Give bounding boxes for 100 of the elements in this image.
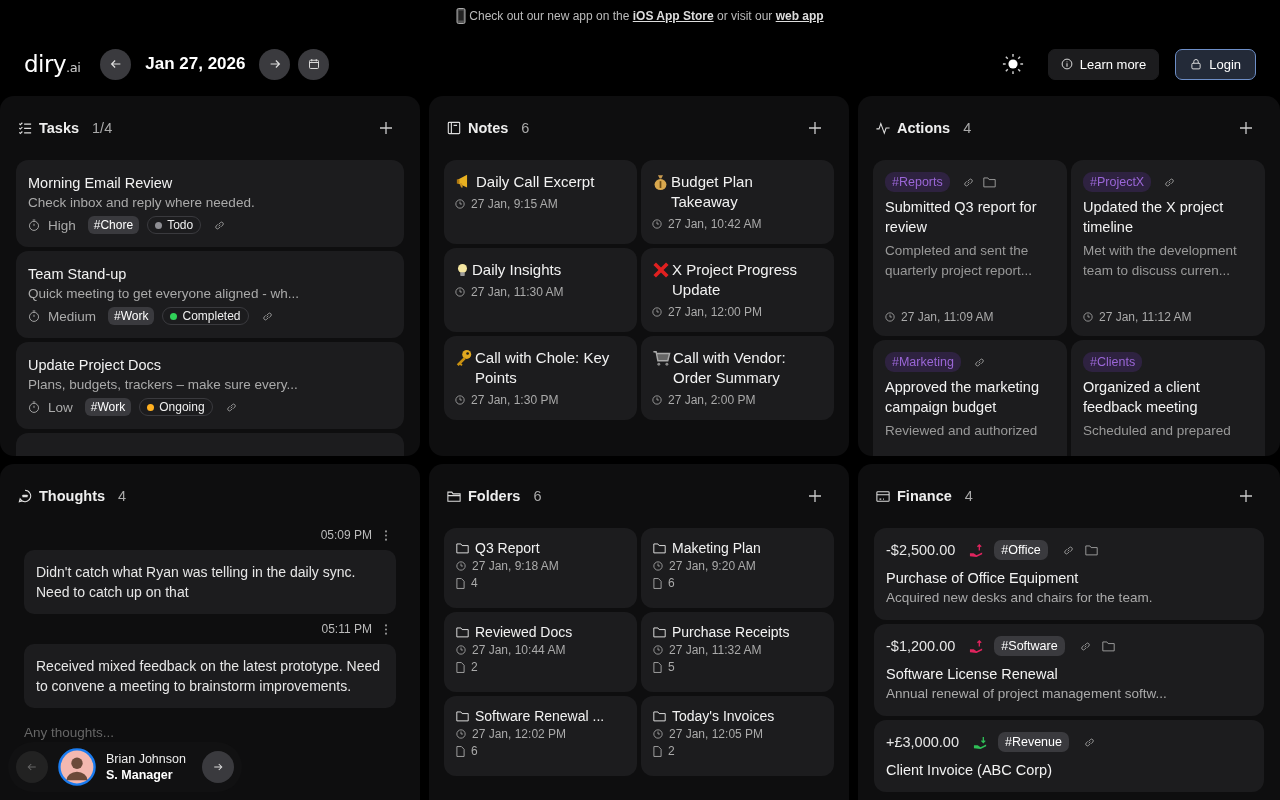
timer-icon <box>28 401 40 413</box>
link-icon[interactable] <box>972 355 986 369</box>
clock-icon <box>456 645 466 655</box>
thought-input[interactable]: Any thoughts... <box>24 725 224 740</box>
action-card[interactable]: #ProjectX Updated the X project timeline Met with the development team to discuss curren... 27 Jan, 11:12 AM <box>1071 160 1265 336</box>
file-count: 6 <box>471 744 478 758</box>
finance-description: Acquired new desks and chairs for the team. <box>886 589 1154 607</box>
finance-description: Annual renewal of project management softw... <box>886 685 1168 703</box>
document-icon <box>653 661 662 673</box>
folder-card[interactable]: Software Renewal ... 27 Jan, 12:02 PM 6 <box>444 696 637 776</box>
note-card[interactable]: Call with Vendor: Order Summary 27 Jan, 2:00 PM <box>641 336 834 420</box>
note-time: 27 Jan, 2:00 PM <box>668 393 756 407</box>
clock-icon <box>885 312 895 322</box>
note-title: Daily Call Excerpt <box>476 172 595 192</box>
link-icon[interactable] <box>1163 175 1177 189</box>
folder-icon[interactable] <box>1084 544 1098 556</box>
document-icon <box>456 661 465 673</box>
folder-icon <box>653 542 666 554</box>
note-card[interactable]: Daily Call Excerpt 27 Jan, 9:15 AM <box>444 160 637 244</box>
finance-card[interactable]: -$2,500.00 #Office Purchase of Office Equipment Acquired new desks and chairs for the team. <box>874 528 1264 620</box>
previous-day-button[interactable] <box>100 48 132 80</box>
note-card[interactable]: Budget Plan Takeaway 27 Jan, 10:42 AM <box>641 160 834 244</box>
next-day-button[interactable] <box>259 48 291 80</box>
action-card[interactable]: #Clients Organized a client feedback meeting Scheduled and prepared <box>1071 340 1265 456</box>
folder-icon <box>456 626 469 638</box>
note-time: 27 Jan, 9:15 AM <box>471 197 558 211</box>
user-role: S. Manager <box>106 767 174 783</box>
action-card[interactable]: #Reports Submitted Q3 report for review Completed and sent the quarterly project report... 27 Jan, 11:09 AM <box>873 160 1067 336</box>
more-icon[interactable] <box>384 529 388 541</box>
avatar <box>58 748 96 786</box>
action-card[interactable]: #Marketing Approved the marketing campaign budget Reviewed and authorized <box>873 340 1067 456</box>
note-title: Call with Vendor: Order Summary <box>673 348 787 388</box>
link-icon[interactable] <box>260 309 274 323</box>
amount: +£3,000.00 <box>886 734 959 750</box>
link-icon[interactable] <box>213 218 227 232</box>
priority-label: High <box>48 217 76 233</box>
wallet-icon <box>876 489 890 503</box>
finance-card[interactable]: +£3,000.00 #Revenue Client Invoice (ABC Corp) <box>874 720 1264 792</box>
folder-card[interactable]: Purchase Receipts 27 Jan, 11:32 AM 5 <box>641 612 834 692</box>
theme-toggle-icon[interactable] <box>1001 53 1024 75</box>
add-icon[interactable] <box>809 490 821 502</box>
folder-card[interactable]: Reviewed Docs 27 Jan, 10:44 AM 2 <box>444 612 637 692</box>
tag: #Work <box>84 398 132 416</box>
clock-icon <box>456 561 466 571</box>
finance-card[interactable]: -$1,200.00 #Software Software License Renewal Annual renewal of project management softw... <box>874 624 1264 716</box>
folder-card[interactable]: Maketing Plan 27 Jan, 9:20 AM 6 <box>641 528 834 608</box>
link-icon[interactable] <box>1083 735 1096 749</box>
task-card[interactable]: Update Project Docs Plans, budgets, trackers – make sure every... Low #Work Ongoing <box>16 342 404 429</box>
add-icon[interactable] <box>1240 490 1252 502</box>
more-icon[interactable] <box>384 623 388 635</box>
task-card[interactable]: Team Stand-up Quick meeting to get everyone aligned - wh... Medium #Work Completed <box>16 251 404 338</box>
action-description: Reviewed and authorized <box>885 422 1039 440</box>
finance-title: Purchase of Office Equipment <box>886 569 1080 588</box>
app-store-link[interactable]: iOS App Store <box>632 9 714 23</box>
link-icon[interactable] <box>1061 543 1075 557</box>
folder-icon[interactable] <box>1101 640 1115 652</box>
banner-text: Check out our new app on the iOS App Store or visit our web app <box>469 9 824 23</box>
web-app-link[interactable]: web app <box>775 9 824 23</box>
folders-icon <box>447 489 461 503</box>
link-icon[interactable] <box>224 400 238 414</box>
calendar-button[interactable] <box>298 48 330 80</box>
link-icon[interactable] <box>1078 639 1092 653</box>
folder-name: Software Renewal ... <box>475 708 605 724</box>
next-user-button[interactable] <box>202 751 234 783</box>
add-icon[interactable] <box>809 122 821 134</box>
add-icon[interactable] <box>380 122 392 134</box>
task-card[interactable]: Morning Email Review Check inbox and reply where needed. High #Chore Todo <box>16 160 404 247</box>
priority-label: Medium <box>48 308 96 324</box>
note-title: Daily Insights <box>472 260 562 280</box>
folder-icon[interactable] <box>982 176 996 188</box>
login-button[interactable]: Login <box>1175 48 1256 80</box>
folder-card[interactable]: Today's Invoices 27 Jan, 12:05 PM 2 <box>641 696 834 776</box>
folder-card[interactable]: Q3 Report 27 Jan, 9:18 AM 4 <box>444 528 637 608</box>
action-title: Submitted Q3 report for review <box>885 198 1038 237</box>
folder-name: Today's Invoices <box>672 708 775 724</box>
panel-title: Finance <box>897 488 952 504</box>
folder-time: 27 Jan, 12:05 PM <box>669 727 764 741</box>
arrow-left-icon <box>108 57 123 71</box>
note-title: X Project Progress Update <box>672 260 799 300</box>
clock-icon <box>653 645 663 655</box>
note-card[interactable]: X Project Progress Update 27 Jan, 12:00 PM <box>641 248 834 332</box>
arrow-right-icon <box>212 761 224 773</box>
folder-icon <box>653 710 666 722</box>
note-card[interactable]: Daily Insights 27 Jan, 11:30 AM <box>444 248 637 332</box>
task-description: Check inbox and reply where needed. <box>28 194 256 212</box>
add-icon[interactable] <box>1240 122 1252 134</box>
folder-time: 27 Jan, 10:44 AM <box>472 643 566 657</box>
phone-icon <box>456 8 467 24</box>
link-icon[interactable] <box>961 175 975 189</box>
learn-more-button[interactable]: Learn more <box>1047 48 1160 80</box>
checklist-icon <box>18 121 32 135</box>
folder-icon <box>456 542 469 554</box>
finance-title: Client Invoice (ABC Corp) <box>886 761 1053 780</box>
amount: -$1,200.00 <box>886 638 956 654</box>
panel-title: Thoughts <box>39 488 106 504</box>
thought-bubble: Didn't catch what Ryan was telling in the daily sync. Need to catch up on that <box>24 550 396 614</box>
document-icon <box>456 577 465 589</box>
tag: #Software <box>994 636 1065 656</box>
note-card[interactable]: Call with Chole: Key Points 27 Jan, 1:30 PM <box>444 336 637 420</box>
note-time: 27 Jan, 11:30 AM <box>471 285 564 299</box>
